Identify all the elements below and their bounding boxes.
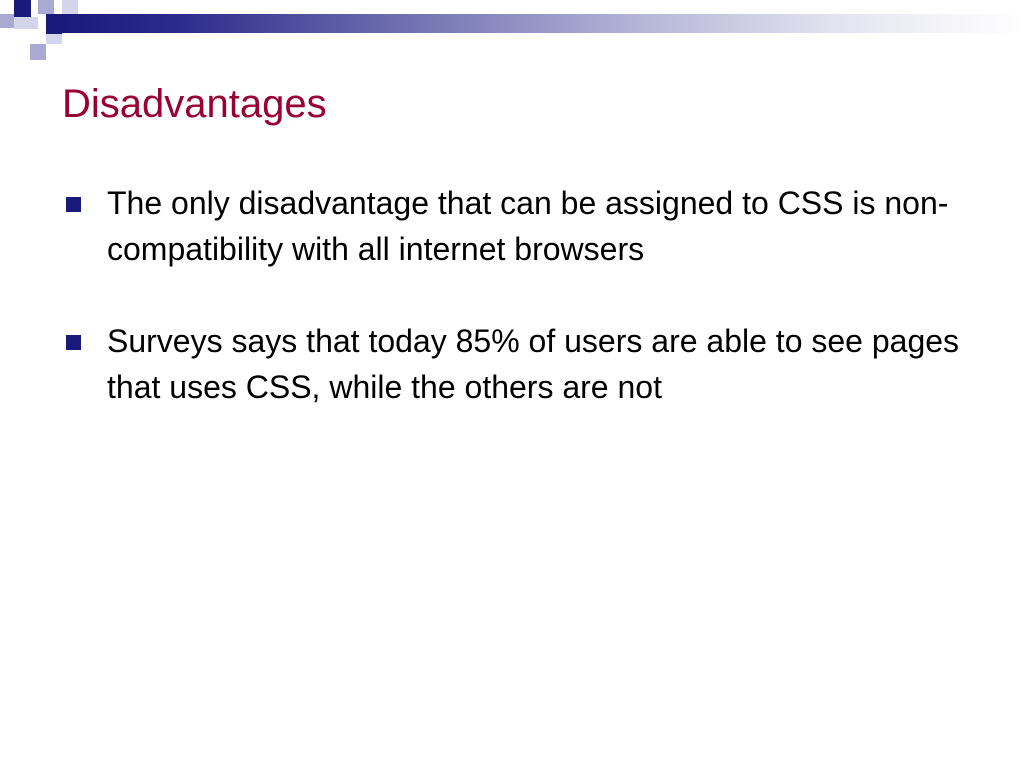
decorative-square (46, 34, 62, 44)
decorative-square (38, 0, 54, 14)
decorative-square (30, 44, 46, 60)
bullet-item: The only disadvantage that can be assign… (60, 180, 960, 272)
decorative-square (14, 17, 38, 29)
bullet-text: The only disadvantage that can be assign… (107, 185, 949, 267)
bullet-list: The only disadvantage that can be assign… (60, 180, 960, 456)
decorative-square (62, 0, 78, 14)
header-gradient-bar (62, 14, 1024, 33)
bullet-text: Surveys says that today 85% of users are… (107, 323, 960, 405)
decorative-square (0, 14, 14, 28)
decorative-square (46, 14, 62, 34)
bullet-item: Surveys says that today 85% of users are… (60, 318, 960, 410)
square-bullet-icon (66, 335, 81, 350)
decorative-square (14, 0, 31, 17)
square-bullet-icon (66, 197, 81, 212)
slide-title: Disadvantages (62, 82, 327, 126)
slide: Disadvantages The only disadvantage that… (0, 0, 1024, 768)
